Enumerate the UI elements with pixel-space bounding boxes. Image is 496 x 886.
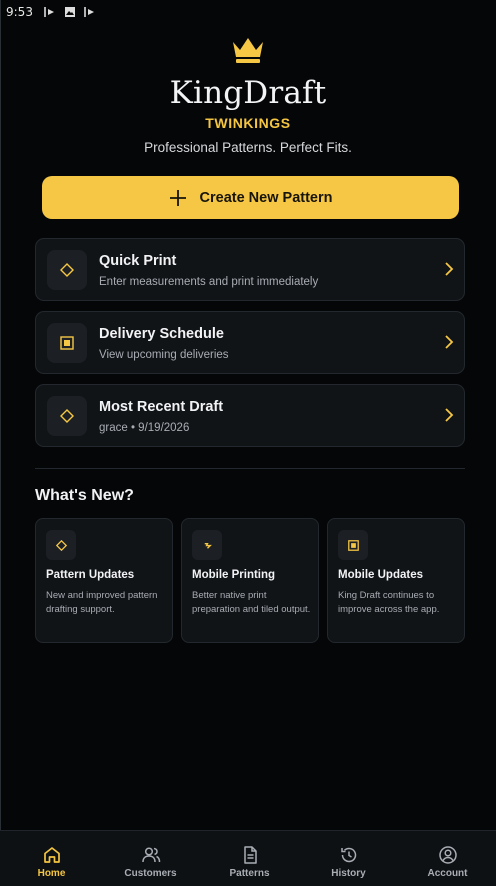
- cast-icon: [83, 6, 97, 18]
- card-subtitle: Enter measurements and print immediately: [99, 276, 319, 288]
- tab-home[interactable]: Home: [2, 831, 101, 886]
- tab-history[interactable]: History: [299, 831, 398, 886]
- tab-patterns[interactable]: Patterns: [200, 831, 299, 886]
- card-title: Delivery Schedule: [99, 326, 224, 342]
- users-icon: [141, 847, 160, 863]
- square-icon: [47, 323, 87, 363]
- square-icon: [338, 530, 368, 560]
- status-bar: 9:53: [0, 0, 496, 24]
- tab-label: Home: [37, 868, 66, 879]
- chevron-right-icon: [445, 335, 454, 349]
- whats-new-heading: What's New?: [35, 487, 134, 504]
- news-description: New and improved pattern drafting suppor…: [46, 590, 158, 615]
- news-title: Pattern Updates: [46, 569, 135, 581]
- card-title: Quick Print: [99, 253, 177, 269]
- tab-customers[interactable]: Customers: [101, 831, 200, 886]
- recent-draft-card[interactable]: Most Recent Draft grace • 9/19/2026: [35, 384, 465, 447]
- card-title: Most Recent Draft: [99, 399, 224, 415]
- news-description: Better native print preparation and tile…: [192, 590, 311, 615]
- news-title: Mobile Updates: [338, 569, 423, 581]
- crown-icon: [231, 36, 265, 64]
- status-time: 9:53: [6, 5, 33, 19]
- tab-label: History: [331, 868, 366, 879]
- tab-label: Customers: [124, 868, 177, 879]
- news-card-pattern-updates[interactable]: Pattern Updates New and improved pattern…: [35, 518, 173, 643]
- plus-icon: [169, 189, 187, 207]
- section-divider: [35, 468, 465, 469]
- delivery-schedule-card[interactable]: Delivery Schedule View upcoming deliveri…: [35, 311, 465, 374]
- app-title: KingDraft: [169, 75, 327, 111]
- bolt-icon: [192, 530, 222, 560]
- diamond-icon: [47, 396, 87, 436]
- chevron-right-icon: [445, 262, 454, 276]
- card-subtitle: grace • 9/19/2026: [99, 422, 190, 434]
- image-icon: [64, 6, 76, 18]
- history-icon: [340, 847, 356, 863]
- create-pattern-button[interactable]: Create New Pattern: [42, 176, 459, 219]
- brand-header: KingDraft TWINKINGS Professional Pattern…: [0, 36, 496, 155]
- news-description: King Draft continues to improve across t…: [338, 590, 440, 615]
- account-icon: [438, 846, 457, 864]
- card-subtitle: View upcoming deliveries: [99, 349, 229, 361]
- tab-account[interactable]: Account: [398, 831, 496, 886]
- app-subtitle: TWINKINGS: [205, 115, 291, 131]
- diamond-icon: [46, 530, 76, 560]
- news-card-mobile-printing[interactable]: Mobile Printing Better native print prep…: [181, 518, 319, 643]
- diamond-icon: [47, 250, 87, 290]
- tab-label: Patterns: [229, 868, 270, 879]
- chevron-right-icon: [445, 408, 454, 422]
- tab-label: Account: [427, 868, 468, 879]
- news-card-mobile-updates[interactable]: Mobile Updates King Draft continues to i…: [327, 518, 465, 643]
- document-icon: [243, 846, 257, 864]
- cast-icon: [43, 6, 57, 18]
- news-title: Mobile Printing: [192, 569, 276, 581]
- home-icon: [43, 847, 60, 863]
- bottom-tab-bar: Home Customers Patterns History Account: [0, 830, 496, 886]
- create-pattern-label: Create New Pattern: [199, 189, 333, 206]
- app-tagline: Professional Patterns. Perfect Fits.: [144, 140, 352, 155]
- quick-print-card[interactable]: Quick Print Enter measurements and print…: [35, 238, 465, 301]
